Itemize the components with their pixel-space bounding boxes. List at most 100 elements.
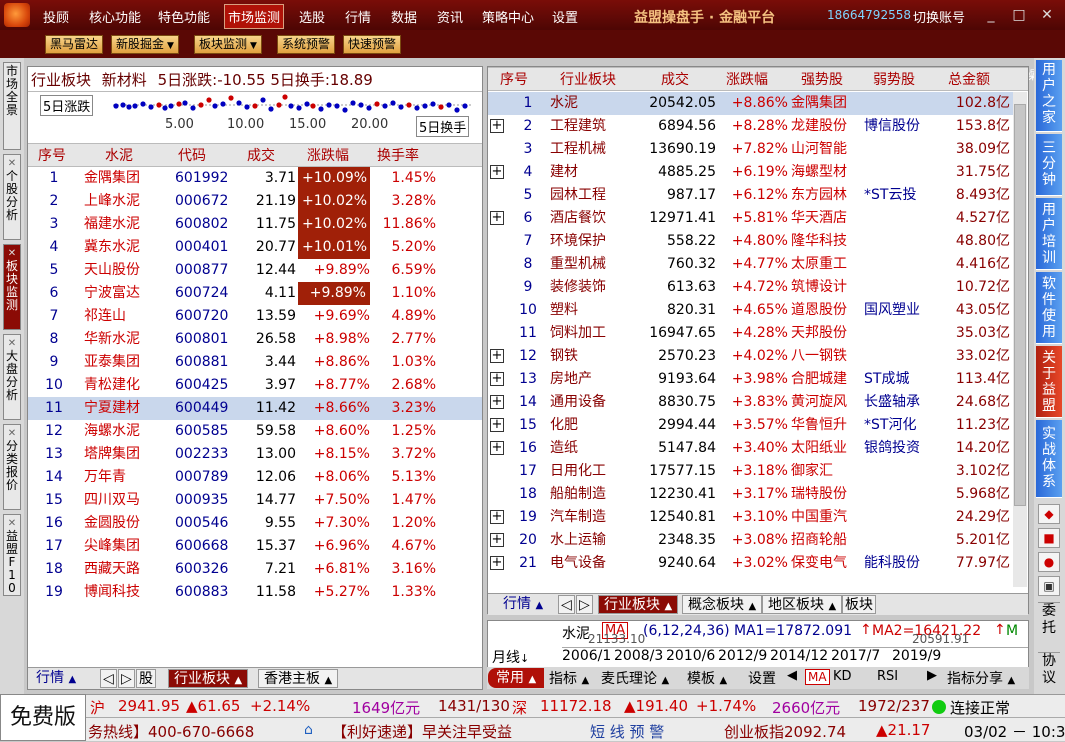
expand-icon[interactable]: +: [490, 395, 504, 409]
col-header-strong[interactable]: 强势股: [801, 68, 843, 92]
tab-industry-sector[interactable]: 行业板块 ▲: [168, 669, 249, 688]
quick-alert-button[interactable]: 快速预警: [343, 35, 402, 54]
menu-select-stock[interactable]: 选股: [299, 7, 325, 26]
indicator-share-button[interactable]: 指标分享 ▲: [947, 668, 1015, 688]
tab-industry-sector[interactable]: 行业板块 ▲: [598, 595, 679, 614]
new-stock-button[interactable]: 新股掘金 ▼: [111, 35, 179, 54]
software-usage-button[interactable]: 软件使用: [1036, 272, 1062, 344]
expand-icon[interactable]: +: [490, 211, 504, 225]
menu-tougu[interactable]: 投顾: [43, 7, 69, 26]
about-yimeng-button[interactable]: 关于益盟: [1036, 346, 1062, 418]
table-row[interactable]: 9 亚泰集团 600881 3.44 +8.86% 1.03%: [28, 351, 482, 374]
kd-indicator-tab[interactable]: KD: [833, 669, 852, 684]
sidebar-tab-market-overview[interactable]: 市场全景: [3, 62, 21, 150]
tab-concept-sector[interactable]: 概念板块 ▲: [682, 595, 763, 614]
col-header-code[interactable]: 代码: [178, 144, 206, 168]
expand-icon[interactable]: +: [490, 441, 504, 455]
home-icon[interactable]: ⌂: [304, 722, 313, 738]
tab-prev-arrow[interactable]: ◁: [558, 595, 575, 614]
table-row[interactable]: +21 电气设备 9240.64 +3.02% 保变电气 能科股份 77.97亿: [488, 552, 1013, 575]
close-icon[interactable]: ✕: [1038, 6, 1056, 24]
menu-strategy[interactable]: 策略中心: [482, 7, 534, 26]
table-row[interactable]: 3 福建水泥 600802 11.75 +10.02% 11.86%: [28, 213, 482, 236]
agreement-button[interactable]: 协议: [1038, 652, 1060, 687]
sidebar-tab-f10[interactable]: ✕ 益盟 F 1 0: [3, 514, 21, 596]
expand-icon[interactable]: +: [490, 165, 504, 179]
maximize-icon[interactable]: □: [1010, 6, 1028, 24]
combat-system-button[interactable]: 实战体系: [1036, 420, 1062, 498]
sector-monitor-button[interactable]: 板块监测 ▼: [194, 35, 262, 54]
menu-settings[interactable]: 设置: [552, 7, 578, 26]
common-indicator-button[interactable]: 常用 ▲: [488, 668, 545, 688]
col-header-price[interactable]: 成交: [247, 144, 275, 168]
table-row[interactable]: 17 尖峰集团 600668 15.37 +6.96% 4.67%: [28, 535, 482, 558]
expand-icon[interactable]: +: [490, 533, 504, 547]
table-row[interactable]: +2 工程建筑 6894.56 +8.28% 龙建股份 博信股份 153.8亿: [488, 115, 1013, 138]
system-alert-button[interactable]: 系统预警: [277, 35, 336, 54]
table-row[interactable]: 3 工程机械 13690.19 +7.82% 山河智能 38.09亿: [488, 138, 1013, 161]
switch-account-link[interactable]: 切换账号: [913, 7, 965, 26]
tab-quotes[interactable]: 行情 ▲: [498, 595, 548, 614]
indicator-menu[interactable]: 指标 ▲: [549, 668, 589, 688]
expand-icon[interactable]: +: [490, 510, 504, 524]
dark-horse-radar-button[interactable]: 黑马雷达: [45, 35, 104, 54]
tab-quotes[interactable]: 行情 ▲: [31, 669, 81, 688]
table-row[interactable]: 16 金圆股份 000546 9.55 +7.30% 1.20%: [28, 512, 482, 535]
expand-icon[interactable]: +: [490, 372, 504, 386]
vertical-scrollbar[interactable]: [1013, 92, 1027, 587]
sidebar-tab-stock-analysis[interactable]: ✕ 个股分析: [3, 154, 21, 240]
tab-region-sector[interactable]: 地区板块 ▲: [762, 595, 843, 614]
table-row[interactable]: 10 青松建化 600425 3.97 +8.77% 2.68%: [28, 374, 482, 397]
expand-icon[interactable]: +: [490, 418, 504, 432]
user-training-button[interactable]: 用户培训: [1036, 198, 1062, 270]
period-selector[interactable]: 月线↓: [492, 647, 529, 667]
calculator-icon[interactable]: ▣: [1038, 576, 1060, 596]
table-row[interactable]: 7 环境保护 558.22 +4.80% 隆华科技 48.80亿: [488, 230, 1013, 253]
col-header-sector[interactable]: 行业板块: [560, 68, 616, 92]
tab-sector-truncated[interactable]: 板块: [842, 595, 876, 614]
table-row[interactable]: 10 塑料 820.31 +4.65% 道恩股份 国风塑业 43.05亿: [488, 299, 1013, 322]
sidebar-tab-sector-monitor[interactable]: ✕ 板块监测: [3, 244, 21, 330]
table-row[interactable]: +16 造纸 5147.84 +3.40% 太阳纸业 银鸽投资 14.20亿: [488, 437, 1013, 460]
sidebar-tab-index-analysis[interactable]: ✕ 大盘分析: [3, 334, 21, 420]
table-row[interactable]: +6 酒店餐饮 12971.41 +5.81% 华天酒店 4.527亿: [488, 207, 1013, 230]
menu-quotes[interactable]: 行情: [345, 7, 371, 26]
table-row[interactable]: 2 上峰水泥 000672 21.19 +10.02% 3.28%: [28, 190, 482, 213]
table-row[interactable]: +15 化肥 2994.44 +3.57% 华鲁恒升 *ST河化 11.23亿: [488, 414, 1013, 437]
alert-icon[interactable]: ◆: [1038, 504, 1060, 524]
table-row[interactable]: 11 饲料加工 16947.65 +4.28% 天邦股份 35.03亿: [488, 322, 1013, 345]
scroll-right-arrow[interactable]: ▶: [927, 668, 937, 683]
table-row[interactable]: +13 房地产 9193.64 +3.98% 合肥城建 ST成城 113.4亿: [488, 368, 1013, 391]
table-row[interactable]: 13 塔牌集团 002233 13.00 +8.15% 3.72%: [28, 443, 482, 466]
chevron-down-icon[interactable]: ▼: [250, 39, 257, 54]
tab-truncated[interactable]: 股: [136, 669, 156, 688]
menu-market-monitor[interactable]: 市场监测: [224, 4, 285, 29]
qq-icon[interactable]: ●: [1038, 552, 1060, 572]
scrollbar-thumb[interactable]: [1014, 104, 1026, 506]
table-row[interactable]: 4 冀东水泥 000401 20.77 +10.01% 5.20%: [28, 236, 482, 259]
col-header-index[interactable]: 序号: [38, 144, 66, 168]
table-row[interactable]: 18 西藏天路 600326 7.21 +6.81% 3.16%: [28, 558, 482, 581]
ma-indicator-tab[interactable]: MA: [805, 669, 830, 685]
col-header-index[interactable]: 序号: [500, 68, 528, 92]
order-button[interactable]: 委托: [1038, 602, 1060, 637]
table-row[interactable]: 1 金隅集团 601992 3.71 +10.09% 1.45%: [28, 167, 482, 190]
table-row[interactable]: 15 四川双马 000935 14.77 +7.50% 1.47%: [28, 489, 482, 512]
settings-button[interactable]: 设置: [748, 668, 776, 688]
expand-icon[interactable]: +: [490, 349, 504, 363]
menu-info[interactable]: 资讯: [437, 7, 463, 26]
short-alert[interactable]: 短 线 预 警: [590, 721, 664, 742]
table-row[interactable]: +20 水上运输 2348.35 +3.08% 招商轮船 5.201亿: [488, 529, 1013, 552]
minimize-icon[interactable]: _: [982, 6, 1000, 24]
news-ticker[interactable]: 【利好速递】早关注早受益: [332, 721, 512, 742]
rsi-indicator-tab[interactable]: RSI: [877, 669, 898, 684]
expand-icon[interactable]: +: [490, 119, 504, 133]
table-row[interactable]: +12 钢铁 2570.23 +4.02% 八一钢铁 33.02亿: [488, 345, 1013, 368]
table-row[interactable]: +4 建材 4885.25 +6.19% 海螺型材 31.75亿: [488, 161, 1013, 184]
table-row[interactable]: 8 华新水泥 600801 26.58 +8.98% 2.77%: [28, 328, 482, 351]
col-header-weak[interactable]: 弱势股: [873, 68, 915, 92]
col-header-amount[interactable]: 总金额: [948, 68, 990, 92]
table-row[interactable]: 12 海螺水泥 600585 59.58 +8.60% 1.25%: [28, 420, 482, 443]
col-header-change[interactable]: 涨跌幅: [307, 144, 349, 168]
table-row[interactable]: 1 水泥 20542.05 +8.86% 金隅集团 102.8亿: [488, 92, 1013, 115]
